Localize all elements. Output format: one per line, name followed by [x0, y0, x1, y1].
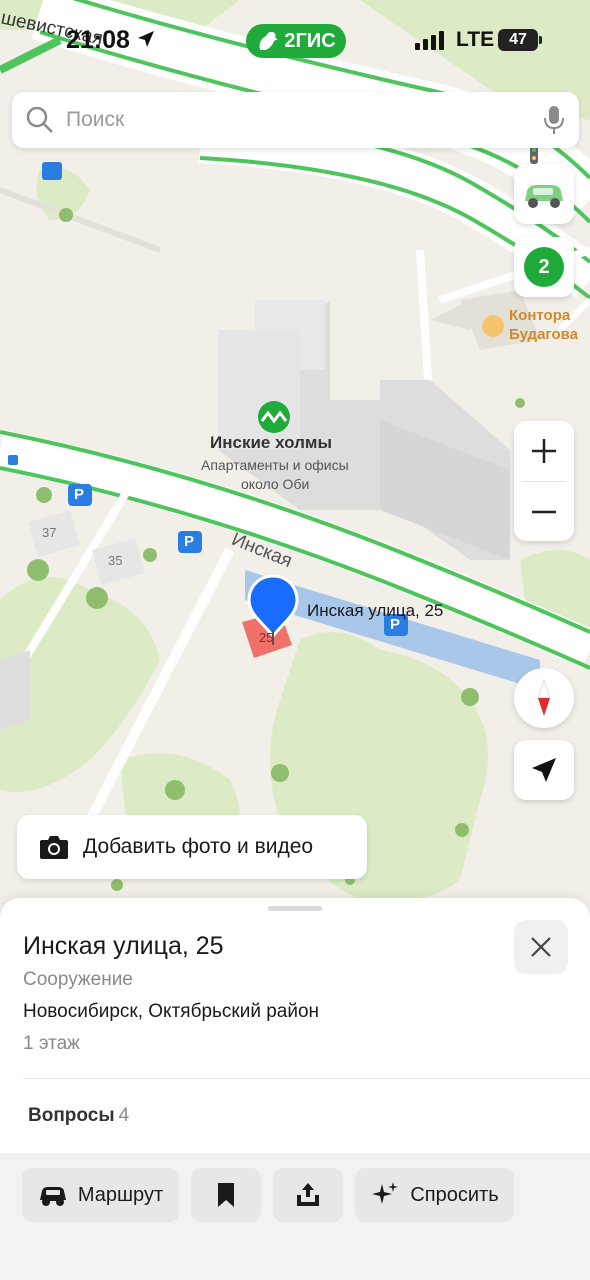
parking-icon: P	[74, 486, 85, 503]
share-button[interactable]	[273, 1168, 343, 1222]
parking-icon: P	[184, 533, 195, 550]
parking-icon: P	[390, 616, 401, 633]
divider	[23, 1078, 590, 1079]
traffic-level-badge: 2	[524, 247, 564, 287]
sparkle-icon	[372, 1182, 399, 1204]
compass-button[interactable]	[514, 668, 574, 728]
zoom-in-button[interactable]	[514, 421, 574, 481]
zoom-out-button[interactable]	[514, 482, 574, 542]
action-bar: Маршрут Спросить	[0, 1153, 590, 1280]
battery-icon: 47	[498, 29, 542, 51]
place-floor: 1 этаж	[23, 1033, 80, 1054]
selected-place-label[interactable]: Инская улица, 25	[307, 601, 443, 621]
route-button[interactable]: Маршрут	[22, 1168, 179, 1222]
my-location-button[interactable]	[514, 740, 574, 800]
zoom-control	[514, 421, 574, 541]
minus-icon	[532, 510, 556, 514]
poi-inskie-kholmy[interactable]: Инские холмы	[210, 433, 332, 453]
questions-count: 4	[118, 1105, 130, 1126]
house-number-35: 35	[108, 553, 123, 568]
place-address: Новосибирск, Октябрьский район	[23, 1001, 320, 1022]
place-title: Инская улица, 25	[23, 932, 224, 960]
poi-subtitle-1: Апартаменты и офисы	[201, 457, 349, 473]
house-number-25: 25	[259, 630, 274, 645]
poi-kontora-2[interactable]: Будагова	[509, 326, 578, 343]
poi-kontora-1[interactable]: Контора	[509, 307, 570, 324]
sheet-grab-handle[interactable]	[268, 906, 322, 911]
place-type: Сооружение	[23, 969, 133, 990]
brand-badge: 2ГИС	[246, 24, 346, 58]
questions-label: Вопросы	[28, 1105, 115, 1126]
cellular-signal-icon	[415, 30, 444, 50]
house-number-37: 37	[42, 525, 57, 540]
bookmark-icon	[218, 1183, 234, 1207]
search-bar[interactable]: Поиск	[12, 92, 579, 148]
camera-icon	[40, 836, 68, 859]
add-photo-button[interactable]: Добавить фото и видео	[17, 815, 367, 879]
poi-subtitle-2: около Оби	[241, 476, 310, 492]
car-icon	[525, 185, 563, 208]
network-type: LTE	[456, 28, 495, 51]
questions-link[interactable]: Вопросы 4	[28, 1105, 129, 1127]
close-button[interactable]	[514, 920, 568, 974]
transport-mode-button[interactable]	[514, 164, 574, 224]
location-arrow-icon	[138, 31, 154, 47]
close-icon	[531, 937, 551, 957]
car-icon	[39, 1187, 66, 1206]
brand-logo-icon	[259, 31, 279, 50]
bookmark-button[interactable]	[191, 1168, 261, 1222]
search-icon	[26, 106, 53, 133]
share-icon	[297, 1183, 319, 1206]
search-input[interactable]: Поиск	[66, 108, 543, 132]
plus-icon	[532, 439, 556, 463]
navigation-arrow-icon	[532, 758, 556, 782]
route-label: Маршрут	[77, 1183, 164, 1206]
traffic-level-button[interactable]: 2	[514, 237, 574, 297]
compass-icon	[537, 678, 551, 716]
status-time: 21:08	[66, 26, 130, 54]
microphone-icon[interactable]	[543, 104, 565, 136]
brand-name: 2ГИС	[284, 29, 336, 52]
add-photo-label: Добавить фото и видео	[83, 835, 314, 858]
ask-button[interactable]: Спросить	[355, 1168, 514, 1222]
ask-label: Спросить	[410, 1183, 499, 1206]
